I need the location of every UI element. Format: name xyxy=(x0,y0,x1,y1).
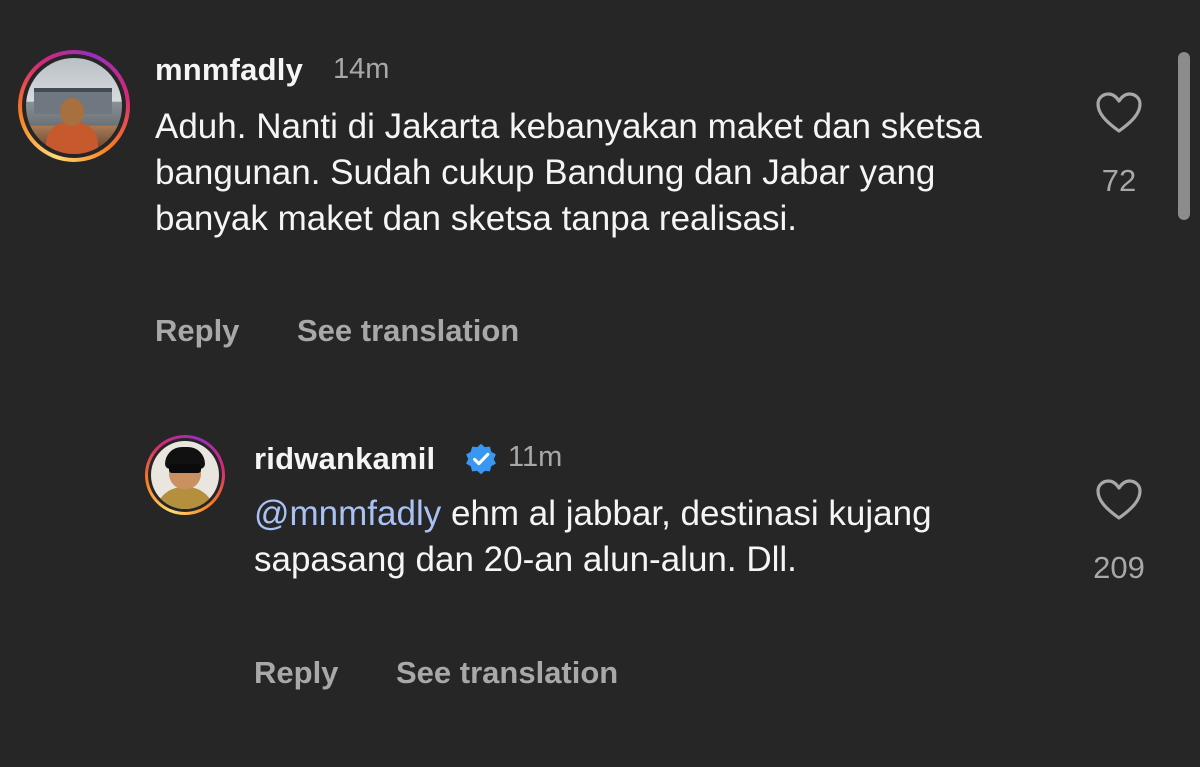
comment-timestamp: 11m xyxy=(508,441,563,473)
see-translation-button[interactable]: See translation xyxy=(297,313,519,349)
mention-link[interactable]: @mnmfadly xyxy=(254,494,441,533)
comment-text: Aduh. Nanti di Jakarta kebanyakan maket … xyxy=(155,107,982,238)
like-control: 209 xyxy=(1074,478,1164,586)
avatar-image xyxy=(151,441,219,509)
verified-badge-icon xyxy=(466,443,496,475)
comment-text: @mnmfadly ehm al jabbar, destinasi kujan… xyxy=(254,491,1084,583)
heart-outline-icon[interactable] xyxy=(1095,91,1143,135)
like-control: 72 xyxy=(1074,91,1164,199)
comment-timestamp: 14m xyxy=(333,53,390,85)
comment-username[interactable]: mnmfadly xyxy=(155,52,303,88)
reply-button[interactable]: Reply xyxy=(155,313,239,349)
reply-comment: ridwankamil 11m @mnmfadly ehm al jabbar,… xyxy=(0,380,1200,767)
comment: mnmfadly 14m Aduh. Nanti di Jakarta keba… xyxy=(0,0,1200,380)
avatar[interactable] xyxy=(145,435,225,515)
like-count: 72 xyxy=(1101,163,1137,198)
like-count: 209 xyxy=(1093,550,1145,585)
comments-screen: mnmfadly 14m Aduh. Nanti di Jakarta keba… xyxy=(0,0,1200,767)
heart-outline-icon[interactable] xyxy=(1095,478,1143,522)
see-translation-button[interactable]: See translation xyxy=(396,655,618,691)
avatar-image xyxy=(26,58,122,154)
reply-button[interactable]: Reply xyxy=(254,655,338,691)
comment-username[interactable]: ridwankamil xyxy=(254,441,435,477)
avatar[interactable] xyxy=(18,50,130,162)
